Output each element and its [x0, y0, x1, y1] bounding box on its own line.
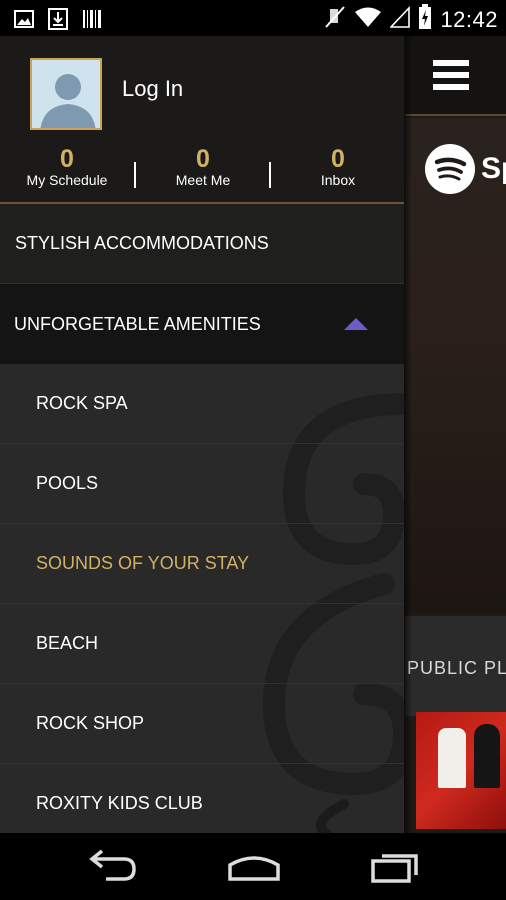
wifi-icon — [354, 6, 382, 33]
meet-me-count: 0 — [196, 145, 210, 173]
inbox-stat[interactable]: 0 Inbox — [268, 146, 404, 188]
submenu-item-rock-spa[interactable]: ROCK SPA — [0, 364, 404, 444]
submenu-item-beach[interactable]: BEACH — [0, 604, 404, 684]
section-label: PUBLIC PL — [407, 658, 506, 678]
navigation-bar — [0, 833, 506, 900]
navigation-drawer: Log In 0 My Schedule 0 Meet Me 0 Inbox S… — [0, 36, 404, 833]
spotify-banner[interactable]: Sp — [405, 118, 506, 613]
stats-row: 0 My Schedule 0 Meet Me 0 Inbox — [0, 146, 404, 196]
avatar[interactable] — [30, 58, 102, 130]
submenu-item-pools[interactable]: POOLS — [0, 444, 404, 524]
meet-me-label: Meet Me — [175, 172, 231, 188]
spotify-icon — [425, 144, 475, 194]
submenu-item-label: ROXITY KIDS CLUB — [36, 793, 203, 813]
screen: 12:42 Sp PUBLIC PL — [0, 0, 506, 900]
back-icon[interactable] — [86, 849, 138, 888]
mute-icon — [324, 5, 346, 34]
clock: 12:42 — [440, 6, 498, 32]
home-icon[interactable] — [226, 849, 282, 888]
inbox-count: 0 — [331, 145, 345, 173]
inbox-label: Inbox — [320, 172, 356, 188]
submenu-item-sounds-of-your-stay[interactable]: SOUNDS OF YOUR STAY — [0, 524, 404, 604]
my-schedule-count: 0 — [60, 145, 74, 173]
collapse-arrow-icon[interactable] — [344, 318, 368, 330]
recent-apps-icon[interactable] — [370, 849, 422, 888]
submenu-item-label: ROCK SPA — [36, 393, 128, 413]
amenities-submenu: ROCK SPA POOLS SOUNDS OF YOUR STAY BEACH… — [0, 364, 404, 833]
playlist-thumbnail[interactable] — [416, 712, 506, 829]
submenu-item-label: BEACH — [36, 633, 99, 653]
menu-item-label: UNFORGETABLE AMENITIES — [14, 313, 261, 334]
submenu-item-label: SOUNDS OF YOUR STAY — [36, 553, 250, 573]
my-schedule-label: My Schedule — [26, 172, 108, 188]
menu-item-unforgetable-amenities[interactable]: UNFORGETABLE AMENITIES — [0, 284, 404, 364]
login-link[interactable]: Log In — [122, 76, 183, 102]
submenu-item-roxity-kids-club[interactable]: ROXITY KIDS CLUB — [0, 764, 404, 833]
menu-icon[interactable] — [433, 60, 469, 90]
my-schedule-stat[interactable]: 0 My Schedule — [0, 146, 137, 188]
section-header: PUBLIC PL — [405, 616, 506, 716]
signal-icon — [389, 5, 411, 33]
menu-item-stylish-accommodations[interactable]: STYLISH ACCOMMODATIONS — [0, 204, 404, 284]
spotify-wordmark: Sp — [481, 152, 506, 185]
battery-charging-icon — [418, 4, 432, 35]
submenu-item-label: ROCK SHOP — [36, 713, 145, 733]
submenu-item-rock-shop[interactable]: ROCK SHOP — [0, 684, 404, 764]
drawer-shadow — [404, 36, 412, 833]
app-toolbar — [405, 36, 506, 116]
download-icon — [48, 8, 68, 35]
submenu-item-label: POOLS — [36, 473, 99, 493]
meet-me-stat[interactable]: 0 Meet Me — [133, 146, 273, 188]
drawer-header: Log In 0 My Schedule 0 Meet Me 0 Inbox — [0, 36, 404, 204]
image-icon — [14, 9, 34, 34]
status-bar: 12:42 — [0, 0, 506, 36]
barcode-icon — [82, 9, 102, 34]
menu-item-label: STYLISH ACCOMMODATIONS — [15, 233, 269, 253]
